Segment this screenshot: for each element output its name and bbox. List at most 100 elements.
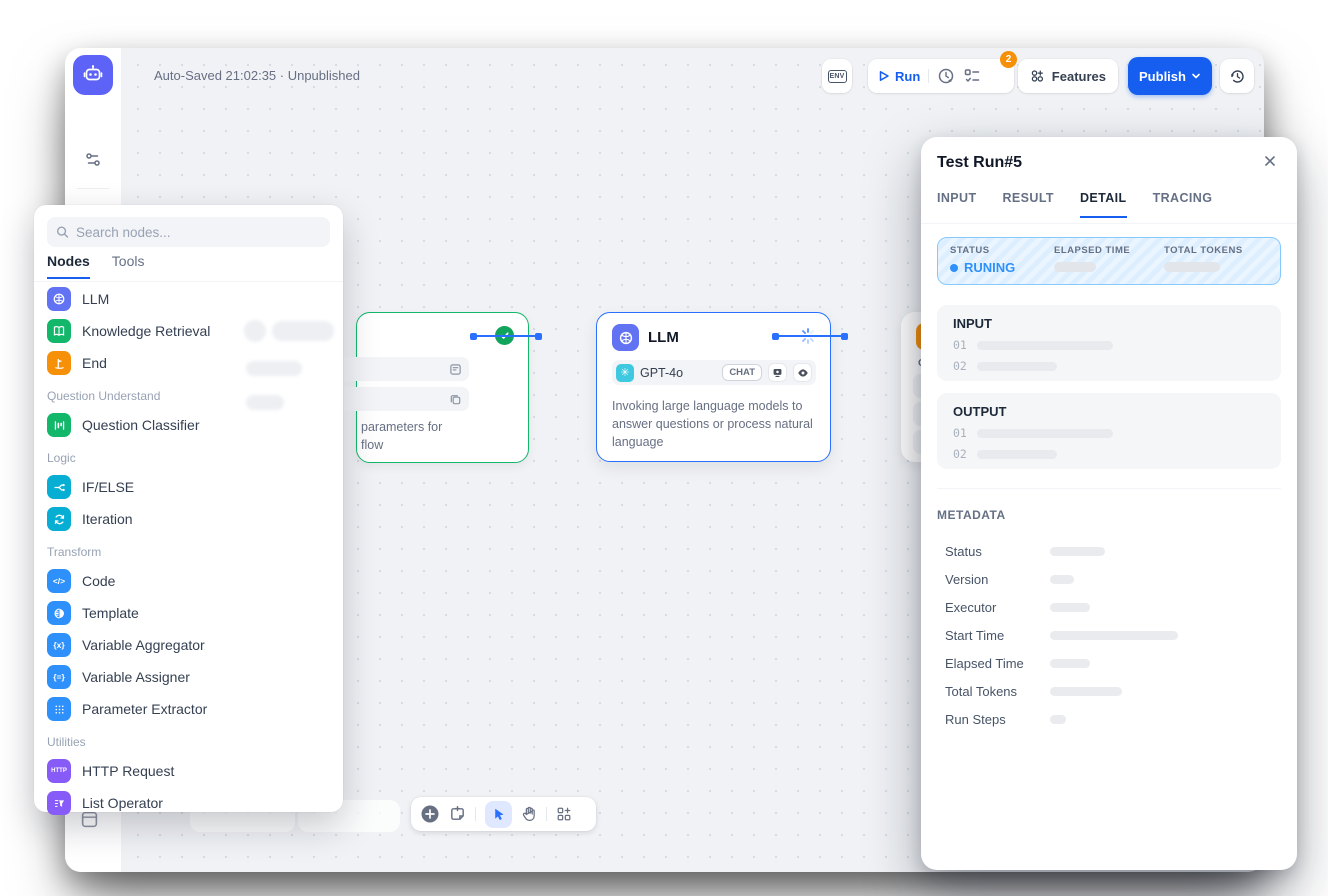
- row-index: 01: [953, 426, 967, 440]
- metadata-rows: Status Version Executor Start Time Elaps…: [945, 537, 1275, 733]
- divider: [34, 281, 343, 282]
- list-filter-icon: [47, 791, 71, 815]
- publish-button[interactable]: Publish: [1128, 57, 1212, 95]
- input-skeleton: [977, 341, 1113, 350]
- gpt4o-model-icon: ✳: [616, 364, 634, 382]
- tab-result[interactable]: RESULT: [1003, 191, 1054, 218]
- row-index: 02: [953, 447, 967, 461]
- grid-dots-icon: [47, 697, 71, 721]
- tab-tracing[interactable]: TRACING: [1153, 191, 1213, 218]
- search-box[interactable]: [47, 217, 330, 247]
- split-icon: [47, 475, 71, 499]
- model-selector[interactable]: ✳ GPT-4o CHAT: [612, 360, 816, 385]
- node-item-iteration[interactable]: Iteration: [34, 503, 343, 535]
- llm-input-handle[interactable]: [535, 333, 542, 340]
- pointer-tool-button[interactable]: [485, 801, 512, 828]
- features-button[interactable]: Features: [1018, 59, 1118, 93]
- end-input-handle[interactable]: [841, 333, 848, 340]
- node-item-http-request[interactable]: HTTP HTTP Request: [34, 755, 343, 787]
- skeleton-blob: [246, 395, 284, 410]
- version-history-button[interactable]: [1220, 59, 1254, 93]
- output-skeleton: [977, 429, 1113, 438]
- skeleton-blob: [272, 321, 334, 341]
- output-label: OUTPUT: [953, 404, 1265, 419]
- meta-skeleton: [1050, 547, 1105, 556]
- loop-icon: [47, 507, 71, 531]
- env-button[interactable]: ENV: [822, 59, 852, 93]
- meta-skeleton: [1050, 575, 1074, 584]
- status-card: STATUS RUNING ELAPSED TIME TOTAL TOKENS: [937, 237, 1281, 285]
- restore-clock-icon: [1229, 68, 1246, 85]
- llm-output-handle[interactable]: [772, 333, 779, 340]
- add-node-button[interactable]: [420, 804, 440, 824]
- search-icon: [56, 225, 69, 239]
- run-toolbar-group: Run: [868, 59, 1014, 93]
- section-logic: Logic: [34, 441, 343, 471]
- llm-node-title: LLM: [648, 329, 679, 346]
- tab-nodes[interactable]: Nodes: [47, 253, 90, 279]
- meta-skeleton: [1050, 659, 1090, 668]
- search-nodes-input[interactable]: [76, 225, 321, 240]
- tab-tools[interactable]: Tools: [112, 253, 145, 279]
- code-icon: </>: [47, 569, 71, 593]
- llm-node-description: Invoking large language models to answer…: [612, 398, 816, 451]
- tab-detail[interactable]: DETAIL: [1080, 191, 1127, 218]
- node-item-variable-assigner[interactable]: {=} Variable Assigner: [34, 661, 343, 693]
- tab-input[interactable]: INPUT: [937, 191, 977, 218]
- meta-row-executor: Executor: [945, 593, 1275, 621]
- chevron-down-icon: [1191, 71, 1201, 81]
- app-robot-icon[interactable]: [73, 55, 113, 95]
- meta-row-status: Status: [945, 537, 1275, 565]
- status-value: RUNING: [950, 260, 1054, 275]
- checklist-count-badge: 2: [1000, 51, 1017, 68]
- template-icon: [47, 601, 71, 625]
- run-button[interactable]: Run: [878, 69, 920, 84]
- total-tokens-skeleton: [1164, 262, 1220, 272]
- skeleton-blob: [244, 320, 266, 342]
- input-label: INPUT: [953, 316, 1265, 331]
- checklist-icon[interactable]: [963, 67, 981, 85]
- row-index: 01: [953, 338, 967, 352]
- elapsed-time-skeleton: [1054, 262, 1096, 272]
- start-node-description: parameters for flow: [361, 418, 442, 454]
- braces-x-icon: {x}: [47, 633, 71, 657]
- chat-mode-badge: CHAT: [722, 364, 762, 381]
- node-item-if-else[interactable]: IF/ELSE: [34, 471, 343, 503]
- hand-tool-button[interactable]: [521, 806, 537, 822]
- divider: [475, 807, 476, 821]
- node-item-parameter-extractor[interactable]: Parameter Extractor: [34, 693, 343, 725]
- flag-icon: [47, 351, 71, 375]
- section-question-understand: Question Understand: [34, 379, 343, 409]
- meta-skeleton: [1050, 687, 1122, 696]
- screen: parameters for flow LLM: [0, 0, 1328, 896]
- node-item-llm[interactable]: LLM: [34, 283, 343, 315]
- close-icon[interactable]: [1263, 154, 1277, 168]
- node-item-variable-aggregator[interactable]: {x} Variable Aggregator: [34, 629, 343, 661]
- start-output-handle[interactable]: [470, 333, 477, 340]
- section-utilities: Utilities: [34, 725, 343, 755]
- total-tokens-label: TOTAL TOKENS: [1164, 245, 1243, 256]
- run-history-icon[interactable]: [937, 67, 955, 85]
- copy-icon: [449, 393, 462, 406]
- organize-layout-button[interactable]: [556, 806, 572, 822]
- output-skeleton: [977, 450, 1057, 459]
- node-item-list-operator[interactable]: List Operator: [34, 787, 343, 819]
- divider: [546, 807, 547, 821]
- node-item-question-classifier[interactable]: Question Classifier: [34, 409, 343, 441]
- canvas-toolbar: [411, 797, 596, 831]
- add-note-button[interactable]: [449, 806, 466, 823]
- input-skeleton: [977, 362, 1057, 371]
- node-search-panel: Nodes Tools LLM Knowledge Retrieval End …: [34, 205, 343, 812]
- paragraph-icon: [449, 363, 462, 376]
- autosave-status: Auto-Saved 21:02:35 · Unpublished: [154, 68, 360, 83]
- meta-row-total-tokens: Total Tokens: [945, 677, 1275, 705]
- classifier-icon: [47, 413, 71, 437]
- status-label: STATUS: [950, 245, 1054, 256]
- node-item-template[interactable]: Template: [34, 597, 343, 629]
- edge-llm-end: [775, 335, 845, 337]
- llm-icon: [47, 287, 71, 311]
- eye-icon: [793, 363, 812, 382]
- node-item-code[interactable]: </> Code: [34, 565, 343, 597]
- meta-skeleton: [1050, 631, 1178, 640]
- settings-sliders-icon[interactable]: [82, 150, 104, 170]
